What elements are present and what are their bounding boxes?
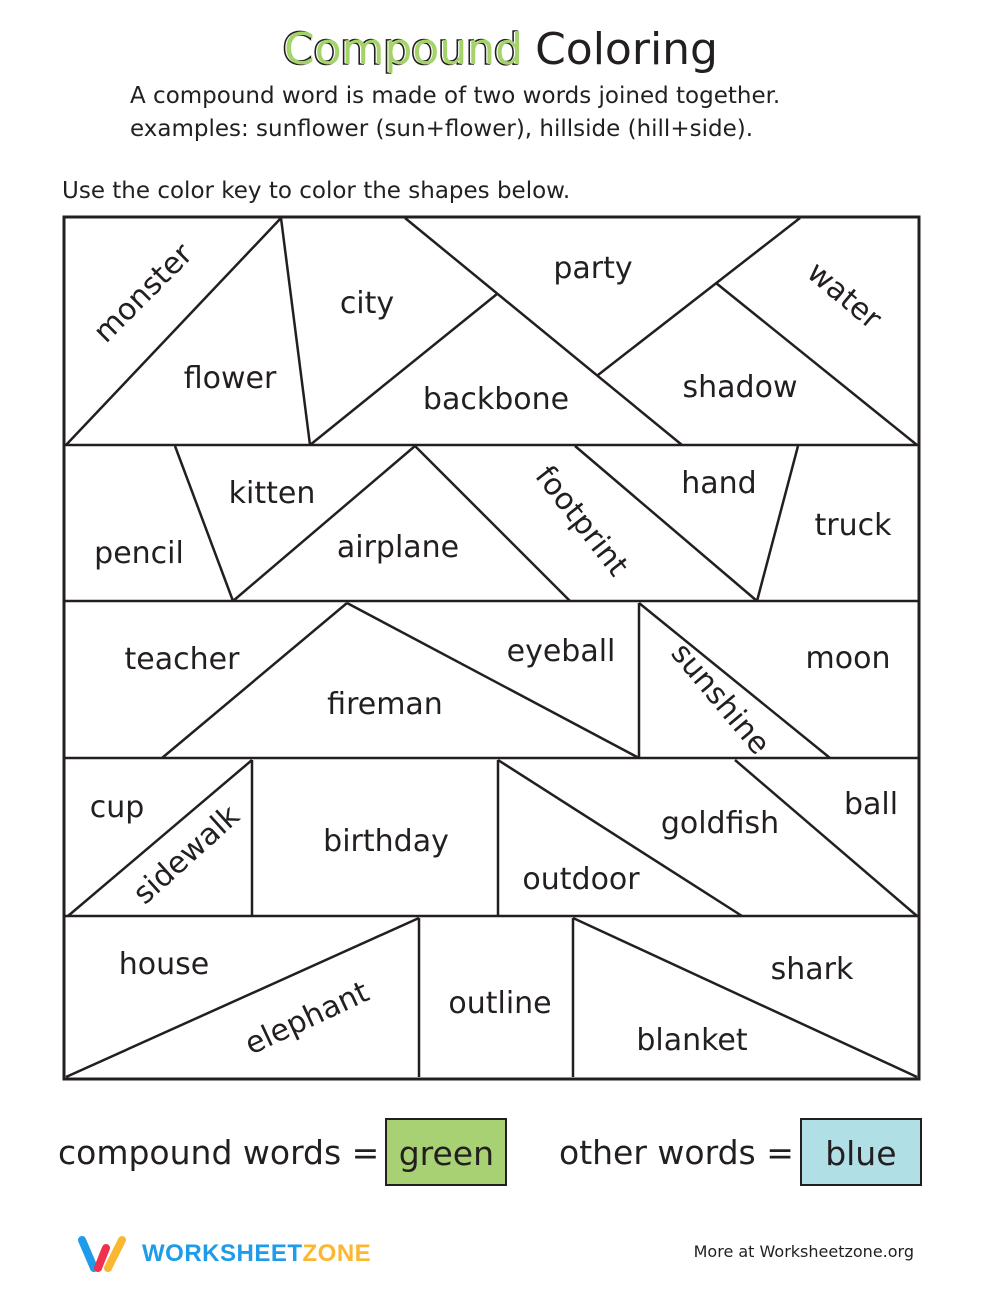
shape-word[interactable]: kitten (229, 476, 316, 511)
shape-word[interactable]: shadow (683, 370, 798, 405)
shape-word[interactable]: party (553, 251, 632, 286)
brand-logo[interactable]: WORKSHEETZONE (76, 1234, 371, 1274)
shape-word[interactable]: ball (844, 787, 898, 822)
shape-edge (232, 445, 416, 602)
shape-word[interactable]: goldfish (661, 806, 779, 841)
shape-word[interactable]: eyeball (507, 634, 616, 669)
shape-word[interactable]: outline (448, 986, 551, 1021)
shape-edge (715, 282, 918, 446)
shape-word[interactable]: footprint (528, 459, 635, 583)
shape-edge (597, 217, 801, 376)
shape-edge (161, 602, 348, 759)
shape-word[interactable]: teacher (125, 642, 241, 677)
shape-word[interactable]: hand (681, 466, 756, 501)
more-link[interactable]: More at Worksheetzone.org (694, 1242, 914, 1261)
color-key-compound: compound words = green (58, 1118, 508, 1186)
worksheetzone-logo-icon (78, 1236, 126, 1272)
shape-word[interactable]: flower (184, 361, 277, 396)
shape-word[interactable]: shark (771, 952, 854, 987)
compound-label: compound words = (58, 1132, 380, 1172)
shape-word[interactable]: fireman (327, 687, 443, 722)
shape-word[interactable]: outdoor (522, 862, 640, 897)
shape-word[interactable]: house (119, 947, 209, 982)
shape-edge (279, 217, 312, 446)
other-label: other words = (559, 1132, 794, 1172)
shape-word[interactable]: backbone (423, 382, 569, 417)
shape-word[interactable]: blanket (636, 1023, 748, 1058)
shape-word[interactable]: moon (806, 641, 891, 676)
shape-word[interactable]: city (340, 286, 394, 321)
shape-word[interactable]: pencil (94, 536, 184, 571)
puzzle-grid: monster flower city party backbone water… (62, 215, 921, 1081)
shape-word[interactable]: elephant (240, 974, 375, 1062)
shape-word[interactable]: sunshine (664, 636, 777, 761)
shape-edge (173, 445, 235, 602)
shape-edge (346, 601, 640, 760)
blue-swatch: blue (799, 1118, 922, 1186)
shape-word[interactable]: monster (87, 236, 200, 349)
brand-name: WORKSHEETZONE (142, 1240, 372, 1267)
shape-word[interactable]: water (800, 255, 888, 337)
color-key-other: other words = blue (559, 1118, 922, 1186)
shape-word[interactable]: airplane (337, 530, 459, 565)
shape-word[interactable]: truck (815, 508, 893, 543)
shape-edge (755, 445, 800, 602)
shape-word[interactable]: birthday (323, 824, 449, 859)
green-swatch: green (385, 1118, 508, 1186)
shape-edge (309, 293, 498, 446)
shape-word[interactable]: cup (90, 790, 145, 825)
